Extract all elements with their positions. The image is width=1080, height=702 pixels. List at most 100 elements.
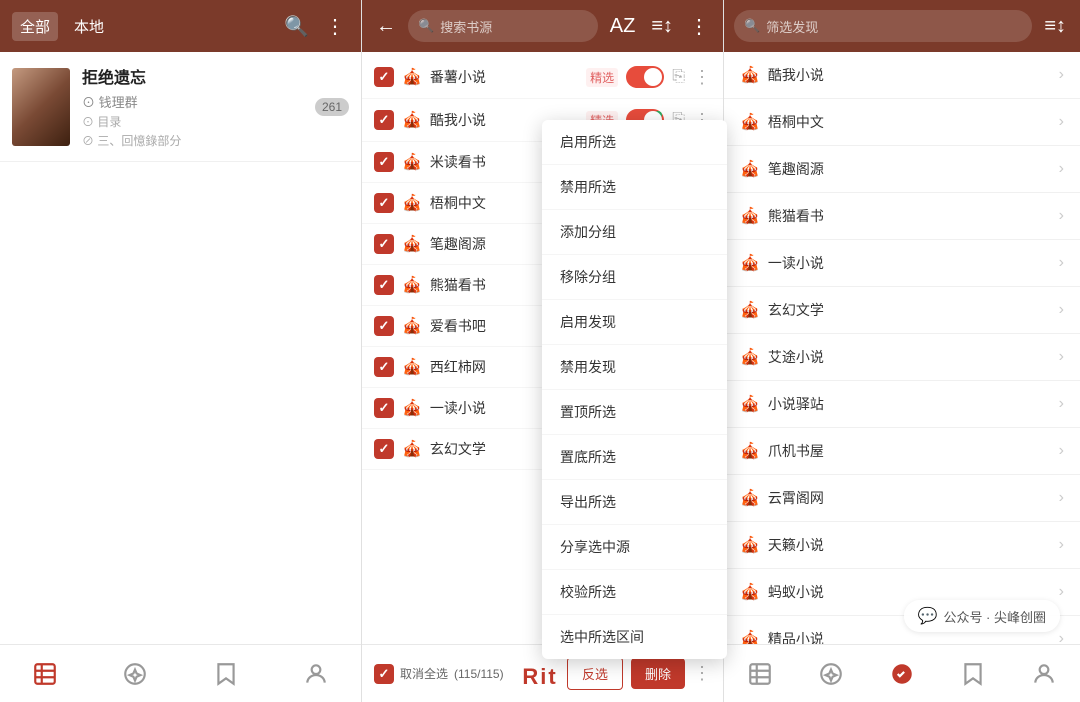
dropdown-item[interactable]: 添加分组 [542, 210, 727, 255]
right-profile-icon[interactable] [1015, 655, 1073, 693]
discover-item[interactable]: 🎪 蚂蚁小说 › [724, 569, 1080, 616]
source-emoji: 🎪 [402, 316, 422, 336]
discover-emoji: 🎪 [740, 300, 760, 320]
az-button[interactable]: AZ [606, 11, 640, 42]
bookshelf-icon[interactable] [16, 655, 74, 693]
search-box[interactable]: 🔍 搜索书源 [408, 10, 598, 42]
source-item[interactable]: 🎪 番薯小说 精选 ⎘ ⋮ [362, 56, 723, 99]
discover-item[interactable]: 🎪 云霄阁网 › [724, 475, 1080, 522]
delete-button[interactable]: 删除 [631, 658, 685, 689]
select-all-area[interactable]: 取消全选 (115/115) [374, 664, 504, 684]
source-checkbox[interactable] [374, 193, 394, 213]
source-emoji: 🎪 [402, 152, 422, 172]
source-emoji: 🎪 [402, 275, 422, 295]
search-icon-middle: 🔍 [418, 18, 434, 34]
discover-item[interactable]: 🎪 熊猫看书 › [724, 193, 1080, 240]
source-checkbox[interactable] [374, 234, 394, 254]
discover-name: 梧桐中文 [768, 112, 1059, 132]
discover-item[interactable]: 🎪 艾途小说 › [724, 334, 1080, 381]
chevron-right-icon: › [1059, 489, 1064, 507]
copy-icon[interactable]: ⎘ [672, 68, 685, 86]
select-count: (115/115) [454, 667, 504, 681]
book-item[interactable]: 拒绝遗忘 ⊙ 钱理群 ⊙ 目录 ⊘ 三、回憶錄部分 261 [0, 52, 361, 162]
discover-name: 玄幻文学 [768, 300, 1059, 320]
discover-item[interactable]: 🎪 酷我小说 › [724, 52, 1080, 99]
panel-middle: ← 🔍 搜索书源 AZ ≡↕ ⋮ 🎪 番薯小说 精选 ⎘ ⋮ 🎪 酷我小说 精选… [362, 0, 724, 702]
source-tag: 精选 [586, 68, 618, 87]
discover-item[interactable]: 🎪 玄幻文学 › [724, 287, 1080, 334]
right-bookshelf-icon[interactable] [731, 655, 789, 693]
discover-item[interactable]: 🎪 精品小说 › [724, 616, 1080, 644]
dropdown-item[interactable]: 置顶所选 [542, 390, 727, 435]
reverse-button[interactable]: 反选 [567, 657, 623, 690]
source-checkbox[interactable] [374, 152, 394, 172]
right-discover-icon[interactable] [802, 655, 860, 693]
chevron-right-icon: › [1059, 395, 1064, 413]
left-top-bar: 全部 本地 🔍 ⋮ [0, 0, 361, 52]
panel-right: 🔍 筛选发现 ≡↕ 🎪 酷我小说 › 🎪 梧桐中文 › 🎪 笔趣阁源 › 🎪 熊… [724, 0, 1080, 702]
source-checkbox[interactable] [374, 275, 394, 295]
source-checkbox[interactable] [374, 357, 394, 377]
right-search-box[interactable]: 🔍 筛选发现 [734, 10, 1032, 42]
sort-icon[interactable]: ≡↕ [647, 11, 677, 42]
source-checkbox[interactable] [374, 110, 394, 130]
source-checkbox[interactable] [374, 316, 394, 336]
dropdown-item[interactable]: 选中所选区间 [542, 615, 727, 659]
dropdown-item[interactable]: 禁用发现 [542, 345, 727, 390]
bottom-more-icon[interactable]: ⋮ [693, 663, 711, 684]
right-sort-icon[interactable]: ≡↕ [1040, 11, 1070, 42]
more-icon[interactable]: ⋮ [321, 10, 349, 43]
discover-name: 天籁小说 [768, 535, 1059, 555]
chevron-right-icon: › [1059, 442, 1064, 460]
rit-label: Rit [522, 664, 557, 690]
dropdown-item[interactable]: 移除分组 [542, 255, 727, 300]
source-checkbox[interactable] [374, 398, 394, 418]
right-edit-icon[interactable] [873, 655, 931, 693]
dropdown-item[interactable]: 分享选中源 [542, 525, 727, 570]
dropdown-item[interactable]: 置底所选 [542, 435, 727, 480]
dropdown-menu: 启用所选禁用所选添加分组移除分组启用发现禁用发现置顶所选置底所选导出所选分享选中… [542, 120, 727, 659]
discover-icon[interactable] [106, 655, 164, 693]
toggle-on[interactable] [626, 66, 664, 88]
source-emoji: 🎪 [402, 193, 422, 213]
discover-item[interactable]: 🎪 笔趣阁源 › [724, 146, 1080, 193]
bookmark-icon[interactable] [197, 655, 255, 693]
back-icon[interactable]: ← [372, 11, 400, 42]
discover-item[interactable]: 🎪 梧桐中文 › [724, 99, 1080, 146]
select-all-checkbox[interactable] [374, 664, 394, 684]
tab-all[interactable]: 全部 [12, 12, 58, 41]
dropdown-item[interactable]: 禁用所选 [542, 165, 727, 210]
source-checkbox[interactable] [374, 439, 394, 459]
source-emoji: 🎪 [402, 110, 422, 130]
discover-emoji: 🎪 [740, 394, 760, 414]
discover-name: 爪机书屋 [768, 441, 1059, 461]
book-title: 拒绝遗忘 [82, 64, 303, 88]
dropdown-item[interactable]: 导出所选 [542, 480, 727, 525]
source-emoji: 🎪 [402, 398, 422, 418]
discover-name: 精品小说 [768, 629, 1059, 644]
discover-emoji: 🎪 [740, 253, 760, 273]
dropdown-item[interactable]: 校验所选 [542, 570, 727, 615]
left-bottom-bar [0, 644, 361, 702]
right-bottom-bar [724, 644, 1080, 702]
discover-item[interactable]: 🎪 天籁小说 › [724, 522, 1080, 569]
source-checkbox[interactable] [374, 67, 394, 87]
discover-item[interactable]: 🎪 一读小说 › [724, 240, 1080, 287]
chevron-right-icon: › [1059, 301, 1064, 319]
search-icon[interactable]: 🔍 [280, 10, 313, 43]
discover-emoji: 🎪 [740, 582, 760, 602]
discover-emoji: 🎪 [740, 206, 760, 226]
book-author: ⊙ 钱理群 [82, 92, 303, 111]
dropdown-item[interactable]: 启用所选 [542, 120, 727, 165]
discover-name: 笔趣阁源 [768, 159, 1059, 179]
discover-item[interactable]: 🎪 小说驿站 › [724, 381, 1080, 428]
profile-icon[interactable] [287, 655, 345, 693]
tab-local[interactable]: 本地 [66, 12, 112, 41]
discover-emoji: 🎪 [740, 488, 760, 508]
right-bookmark-icon[interactable] [944, 655, 1002, 693]
discover-item[interactable]: 🎪 爪机书屋 › [724, 428, 1080, 475]
more-icon-middle[interactable]: ⋮ [685, 10, 713, 43]
chevron-right-icon: › [1059, 348, 1064, 366]
more-icon[interactable]: ⋮ [693, 67, 711, 88]
dropdown-item[interactable]: 启用发现 [542, 300, 727, 345]
